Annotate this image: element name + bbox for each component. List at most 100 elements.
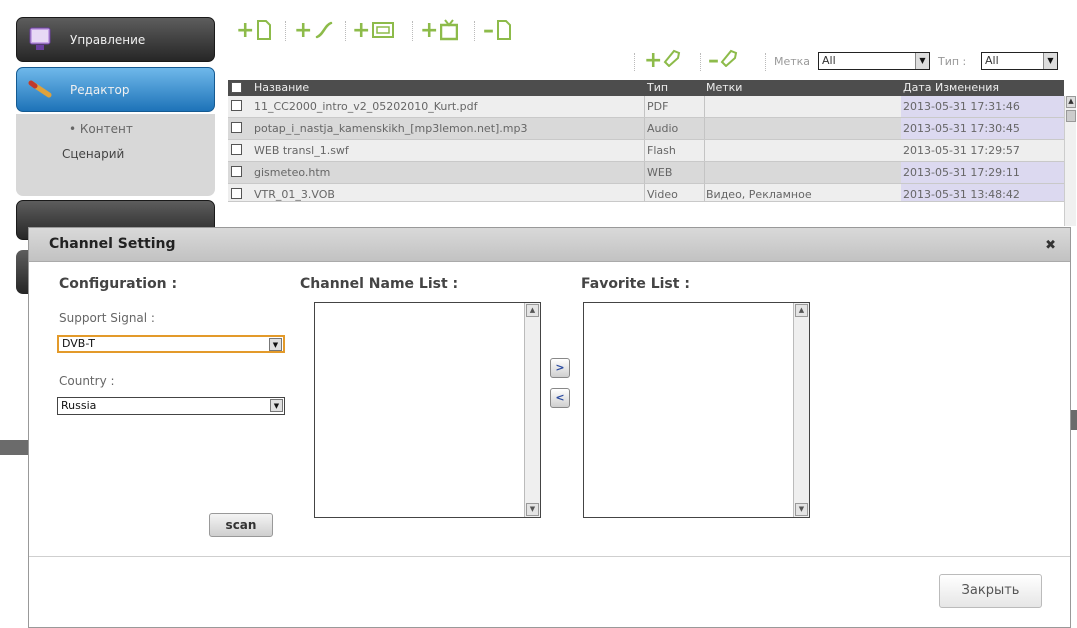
table-header: Название Тип Метки Дата Изменения bbox=[228, 80, 1064, 96]
support-signal-value: DVB-T bbox=[62, 337, 96, 350]
nav-editor-label: Редактор bbox=[70, 83, 130, 97]
monitor-icon bbox=[29, 27, 51, 50]
tag-icon bbox=[720, 49, 738, 68]
dialog-divider bbox=[29, 556, 1070, 557]
channel-setting-dialog: Channel Setting ✖ Configuration : Suppor… bbox=[28, 227, 1071, 628]
type-filter-select[interactable]: All ▼ bbox=[981, 52, 1058, 70]
remove-tag-button[interactable]: – bbox=[708, 47, 739, 73]
pencil-icon bbox=[28, 80, 52, 98]
file-name: gismeteo.htm bbox=[254, 166, 331, 179]
background-edge bbox=[1071, 410, 1077, 430]
file-type: PDF bbox=[647, 100, 669, 113]
country-value: Russia bbox=[61, 399, 97, 412]
table-row[interactable]: VTR_01_3.VOB Video Видео, Рекламное 2013… bbox=[228, 184, 1064, 202]
toolbar-separator bbox=[634, 53, 635, 71]
support-signal-select[interactable]: DVB-T ▼ bbox=[57, 335, 285, 353]
scroll-down-icon[interactable]: ▼ bbox=[526, 503, 539, 516]
file-name: WEB transl_1.swf bbox=[254, 144, 349, 157]
document-icon bbox=[257, 20, 272, 40]
content-table: Название Тип Метки Дата Изменения 11_CC2… bbox=[228, 80, 1064, 202]
row-checkbox[interactable] bbox=[231, 166, 242, 177]
tv-icon bbox=[440, 19, 459, 41]
file-type: Audio bbox=[647, 122, 679, 135]
row-checkbox[interactable] bbox=[231, 188, 242, 199]
support-signal-label: Support Signal : bbox=[59, 311, 155, 325]
file-type: WEB bbox=[647, 166, 673, 179]
scroll-up-icon[interactable]: ▲ bbox=[795, 304, 808, 317]
toolbar-separator bbox=[285, 21, 286, 41]
tag-filter-label: Метка bbox=[774, 55, 811, 68]
scroll-down-icon[interactable]: ▼ bbox=[795, 503, 808, 516]
toolbar-separator bbox=[765, 53, 766, 71]
tag-filter-value: All bbox=[822, 54, 836, 67]
table-scrollbar[interactable]: ▲ bbox=[1064, 96, 1076, 226]
file-type: Video bbox=[647, 188, 678, 201]
configuration-heading: Configuration : bbox=[59, 276, 178, 292]
toolbar-separator bbox=[474, 21, 475, 41]
file-name: potap_i_nastja_kamenskikh_[mp3lemon.net]… bbox=[254, 122, 528, 135]
add-tag-button[interactable]: + bbox=[644, 47, 682, 73]
scan-button[interactable]: scan bbox=[209, 513, 273, 537]
table-row[interactable]: gismeteo.htm WEB 2013-05-31 17:29:11 bbox=[228, 162, 1064, 184]
close-button[interactable]: Закрыть bbox=[939, 574, 1042, 608]
move-left-button[interactable]: < bbox=[550, 388, 570, 408]
table-row[interactable]: potap_i_nastja_kamenskikh_[mp3lemon.net]… bbox=[228, 118, 1064, 140]
listbox-scrollbar[interactable]: ▲ ▼ bbox=[524, 303, 540, 517]
chevron-down-icon[interactable]: ▼ bbox=[269, 338, 282, 351]
row-checkbox[interactable] bbox=[231, 100, 242, 111]
file-date: 2013-05-31 17:29:57 bbox=[901, 140, 1064, 161]
country-label: Country : bbox=[59, 374, 115, 388]
toolbar-separator bbox=[412, 21, 413, 41]
channel-name-listbox[interactable]: ▲ ▼ bbox=[314, 302, 541, 518]
submenu-item-scenario[interactable]: Сценарий bbox=[62, 147, 124, 161]
move-right-button[interactable]: > bbox=[550, 358, 570, 378]
row-checkbox[interactable] bbox=[231, 122, 242, 133]
file-name: VTR_01_3.VOB bbox=[254, 188, 335, 201]
file-tags: Видео, Рекламное bbox=[706, 188, 812, 201]
file-date: 2013-05-31 17:30:45 bbox=[901, 118, 1064, 139]
submenu-item-content[interactable]: • Контент bbox=[69, 122, 133, 136]
select-all-checkbox[interactable] bbox=[231, 82, 242, 93]
scroll-thumb[interactable] bbox=[1066, 110, 1076, 122]
widget-icon bbox=[372, 22, 395, 38]
close-icon[interactable]: ✖ bbox=[1045, 238, 1056, 253]
table-row[interactable]: 11_CC2000_intro_v2_05202010_Kurt.pdf PDF… bbox=[228, 96, 1064, 118]
file-date: 2013-05-31 17:31:46 bbox=[901, 96, 1064, 117]
filter-bar: + – Метка All ▼ Тип : All ▼ bbox=[620, 47, 1065, 77]
scroll-up-icon[interactable]: ▲ bbox=[1066, 96, 1076, 108]
column-header-name[interactable]: Название bbox=[254, 81, 309, 94]
table-row[interactable]: WEB transl_1.swf Flash 2013-05-31 17:29:… bbox=[228, 140, 1064, 162]
file-type: Flash bbox=[647, 144, 676, 157]
toolbar-separator bbox=[345, 21, 346, 41]
dialog-titlebar[interactable]: Channel Setting ✖ bbox=[29, 228, 1070, 262]
column-header-date[interactable]: Дата Изменения bbox=[903, 81, 999, 94]
favorite-list-heading: Favorite List : bbox=[581, 276, 690, 292]
add-link-button[interactable]: + bbox=[294, 15, 334, 45]
chevron-down-icon[interactable]: ▼ bbox=[1043, 53, 1057, 69]
type-filter-label: Тип : bbox=[938, 55, 967, 68]
row-checkbox[interactable] bbox=[231, 144, 242, 155]
chevron-down-icon[interactable]: ▼ bbox=[270, 399, 283, 412]
nav-editor[interactable]: Редактор bbox=[16, 67, 215, 112]
channel-list-heading: Channel Name List : bbox=[300, 276, 459, 292]
file-date: 2013-05-31 13:48:42 bbox=[901, 184, 1064, 201]
background-edge bbox=[0, 440, 28, 455]
add-tv-button[interactable]: + bbox=[420, 15, 459, 45]
nav-management[interactable]: Управление bbox=[16, 17, 215, 62]
add-widget-button[interactable]: + bbox=[352, 15, 395, 45]
nav-management-label: Управление bbox=[70, 33, 146, 47]
chevron-down-icon[interactable]: ▼ bbox=[915, 53, 929, 69]
tag-icon bbox=[664, 49, 681, 68]
document-icon bbox=[497, 20, 511, 40]
country-select[interactable]: Russia ▼ bbox=[57, 397, 285, 415]
column-header-type[interactable]: Тип bbox=[647, 81, 668, 94]
scroll-up-icon[interactable]: ▲ bbox=[526, 304, 539, 317]
remove-file-button[interactable]: – bbox=[483, 15, 512, 45]
tag-filter-select[interactable]: All ▼ bbox=[818, 52, 930, 70]
dialog-title: Channel Setting bbox=[49, 236, 176, 252]
add-file-button[interactable]: + bbox=[236, 15, 272, 45]
listbox-scrollbar[interactable]: ▲ ▼ bbox=[793, 303, 809, 517]
favorite-listbox[interactable]: ▲ ▼ bbox=[583, 302, 810, 518]
file-name: 11_CC2000_intro_v2_05202010_Kurt.pdf bbox=[254, 100, 478, 113]
column-header-tags[interactable]: Метки bbox=[706, 81, 742, 94]
